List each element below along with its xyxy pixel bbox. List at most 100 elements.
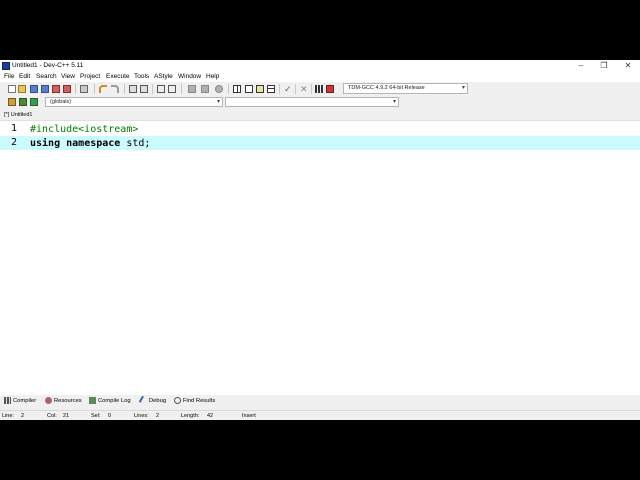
tab-compile-log[interactable]: Compile Log [89, 397, 131, 405]
rebuild-icon[interactable] [267, 85, 275, 93]
tab-compile-log-label: Compile Log [98, 398, 131, 405]
tab-untitled1[interactable]: [*] Untitled1 [2, 110, 34, 120]
code-editor[interactable]: 1 #include<iostream> 2 using namespace s… [0, 120, 640, 395]
run-icon[interactable] [245, 85, 253, 93]
stop-icon[interactable]: ✕ [300, 85, 308, 94]
menu-edit[interactable]: Edit [19, 73, 30, 80]
tab-compiler-label: Compiler [13, 398, 37, 405]
code-token-preprocessor: #include<iostream> [30, 124, 139, 135]
bottom-panel-tabs: Compiler Resources Compile Log Debug Fin… [0, 395, 640, 407]
find-results-icon [174, 397, 181, 404]
line-number: 2 [11, 137, 18, 148]
main-toolbar: ✓ ✕ TDM-GCC 4.9.2 64-bit Release ▾ [0, 82, 640, 96]
debug-tab-icon [138, 395, 149, 406]
compiler-icon [4, 397, 11, 404]
compile-log-icon [89, 397, 96, 404]
tab-resources-label: Resources [54, 398, 82, 405]
status-lines-label: Lines: [134, 413, 149, 419]
chevron-down-icon: ▾ [216, 99, 220, 105]
compiler-select[interactable]: TDM-GCC 4.9.2 64-bit Release ▾ [343, 83, 468, 94]
redo-icon[interactable] [111, 85, 119, 93]
status-sel-label: Sel: [91, 413, 101, 419]
restore-button[interactable]: ❐ [593, 60, 615, 72]
tab-find-results-label: Find Results [183, 398, 216, 405]
class-toolbar: (globals) ▾ ▾ [0, 95, 640, 109]
code-token-keyword: namespace [66, 138, 121, 149]
code-token-text: std; [120, 138, 151, 149]
toolbar-separator [311, 84, 312, 94]
class-select[interactable]: (globals) ▾ [45, 97, 223, 107]
member-select[interactable]: ▾ [225, 97, 399, 107]
tab-resources[interactable]: Resources [45, 397, 82, 405]
code-text: using namespace std; [30, 138, 150, 149]
find-icon[interactable] [129, 85, 137, 93]
bookmark-icon[interactable] [30, 98, 38, 106]
close-button[interactable]: ✕ [617, 60, 639, 72]
status-bar: Line: 2 Col: 21 Sel: 0 Lines: 2 Length: … [0, 410, 640, 420]
line-number-gutter [0, 121, 28, 395]
compiler-select-value: TDM-GCC 4.9.2 64-bit Release [348, 85, 425, 91]
debug-icon[interactable] [326, 85, 334, 93]
status-lines-value: 2 [156, 413, 160, 419]
status-length-label: Length: [181, 413, 200, 419]
menu-window[interactable]: Window [178, 73, 201, 80]
toggle-bookmark-icon[interactable] [201, 85, 209, 93]
menu-search[interactable]: Search [36, 73, 57, 80]
close-all-icon[interactable] [63, 85, 71, 93]
menu-execute[interactable]: Execute [106, 73, 130, 80]
save-all-icon[interactable] [41, 85, 49, 93]
minimize-button[interactable]: – [570, 60, 592, 72]
toolbar-separator [295, 84, 296, 94]
replace-icon[interactable] [140, 85, 148, 93]
status-line-value: 2 [21, 413, 25, 419]
goto-bookmark-icon[interactable] [215, 85, 223, 93]
save-icon[interactable] [30, 85, 38, 93]
compile-icon[interactable] [233, 85, 241, 93]
code-line-2[interactable]: 2 using namespace std; [0, 136, 640, 150]
class-select-value: (globals) [50, 99, 72, 105]
print-icon[interactable] [80, 85, 88, 93]
compile-run-icon[interactable] [256, 85, 264, 93]
chevron-down-icon: ▾ [461, 85, 465, 91]
goto-icon[interactable] [157, 85, 165, 93]
editor-tab-strip: [*] Untitled1 [0, 110, 640, 120]
toolbar-separator [228, 84, 229, 94]
tab-debug[interactable]: Debug [138, 395, 167, 406]
tab-find-results[interactable]: Find Results [174, 397, 215, 405]
resources-icon [45, 397, 52, 404]
new-file-icon[interactable] [8, 85, 16, 93]
devcpp-app-icon [2, 62, 10, 70]
profile-icon[interactable] [315, 85, 323, 93]
unindent-icon[interactable] [188, 85, 196, 93]
status-col-label: Col: [47, 413, 57, 419]
menu-astyle[interactable]: AStyle [154, 73, 173, 80]
toolbar-separator [279, 84, 280, 94]
code-line-1[interactable]: 1 #include<iostream> [0, 122, 640, 136]
menu-bar: File Edit Search View Project Execute To… [0, 72, 640, 82]
menu-help[interactable]: Help [206, 73, 219, 80]
menu-file[interactable]: File [4, 73, 14, 80]
menu-tools[interactable]: Tools [134, 73, 149, 80]
title-bar[interactable]: Untitled1 - Dev-C++ 5.11 – ❐ ✕ [0, 60, 640, 72]
status-col-value: 21 [63, 413, 70, 419]
open-icon[interactable] [18, 85, 26, 93]
undo-icon[interactable] [99, 85, 107, 93]
tab-debug-label: Debug [149, 398, 167, 405]
insert-icon[interactable] [19, 98, 27, 106]
menu-view[interactable]: View [61, 73, 75, 80]
toolbar-separator [124, 84, 125, 94]
line-number: 1 [11, 123, 18, 134]
indent-icon[interactable] [168, 85, 176, 93]
menu-project[interactable]: Project [80, 73, 100, 80]
status-insert-mode: Insert [242, 413, 256, 419]
new-class-icon[interactable] [8, 98, 16, 106]
devcpp-window: Untitled1 - Dev-C++ 5.11 – ❐ ✕ File Edit… [0, 60, 640, 420]
tab-compiler[interactable]: Compiler [4, 397, 36, 405]
code-token-keyword: using [30, 138, 61, 149]
syntax-check-icon[interactable]: ✓ [284, 85, 292, 94]
chevron-down-icon: ▾ [392, 99, 396, 105]
status-length-value: 42 [207, 413, 214, 419]
close-file-icon[interactable] [52, 85, 60, 93]
toolbar-separator [152, 84, 153, 94]
toolbar-separator [75, 84, 76, 94]
